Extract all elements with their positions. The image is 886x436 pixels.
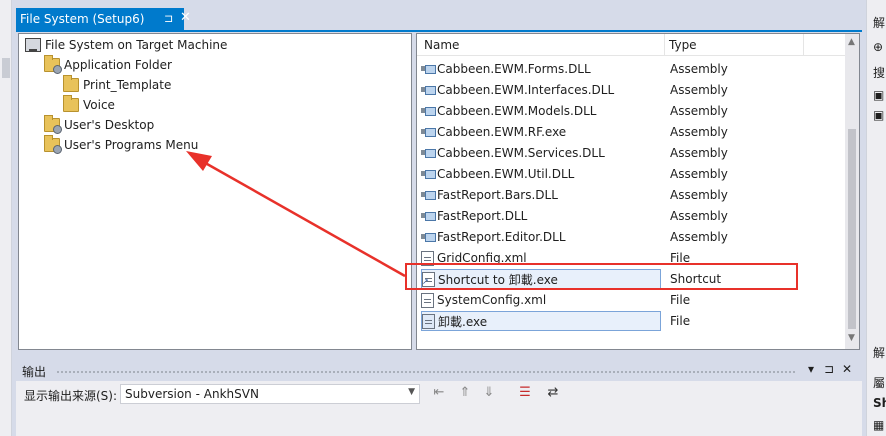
annotation-arrow-head (186, 151, 212, 171)
categorized-icon[interactable]: ▦ (873, 418, 884, 432)
goto-previous-icon[interactable]: ⇤ (430, 385, 448, 403)
project-icon[interactable]: ▣ (873, 108, 884, 122)
clear-all-icon[interactable]: ☰ (516, 385, 534, 403)
search-label[interactable]: 搜 (873, 64, 885, 81)
chevron-down-icon[interactable]: ▼ (408, 387, 415, 397)
goto-next-message-icon[interactable]: ⇑ (456, 385, 474, 403)
pin-icon[interactable]: ⊐ (824, 362, 834, 376)
properties-object-label: Sh (873, 396, 886, 410)
right-side-strip: 解 ⊕ 搜 ▣ ▣ 解 屬 Sh ▦ (866, 0, 886, 436)
close-icon[interactable]: ✕ (842, 362, 852, 376)
pin-icon[interactable]: ⊕ (873, 40, 883, 54)
word-wrap-icon[interactable]: ⇄ (544, 385, 562, 403)
output-source-select[interactable]: Subversion - AnkhSVN ▼ (120, 384, 420, 404)
output-pane-title: 输出 (22, 365, 47, 379)
project-icon[interactable]: ▣ (873, 88, 884, 102)
output-pane-toolbar: 显示输出来源(S): Subversion - AnkhSVN ▼ ⇤ ⇑ ⇓ … (16, 381, 862, 436)
chevron-down-icon[interactable]: ▾ (808, 362, 814, 376)
solution-explorer-label[interactable]: 解 (873, 344, 885, 361)
goto-prev-message-icon[interactable]: ⇓ (480, 385, 498, 403)
drag-grip[interactable] (56, 370, 796, 374)
solution-explorer-label[interactable]: 解 (873, 14, 885, 31)
annotation-arrow-line (199, 158, 406, 278)
properties-label[interactable]: 屬 (873, 374, 885, 391)
output-source-label: 显示输出来源(S): (24, 389, 118, 403)
output-source-value: Subversion - AnkhSVN (125, 387, 259, 401)
output-pane-header: 输出 ▾ ⊐ ✕ (16, 361, 862, 381)
